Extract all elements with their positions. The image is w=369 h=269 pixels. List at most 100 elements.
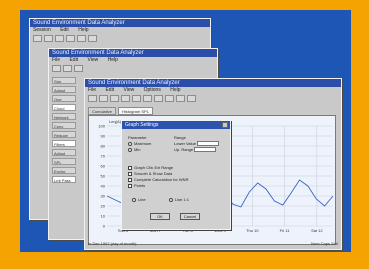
front-window-menubar: File Edit View Options Help xyxy=(85,87,341,94)
sidebar-item[interactable]: Conv xyxy=(52,122,76,129)
x-tick-label: Thu 10 xyxy=(246,228,259,233)
toolbar-button[interactable] xyxy=(74,65,83,72)
y-tick-label: 70 xyxy=(101,154,106,159)
dialog-titlebar[interactable]: Graph Settings xyxy=(122,121,230,129)
y-tick-label: 60 xyxy=(101,164,106,169)
y-tick-label: 100 xyxy=(98,124,105,129)
radio-icon xyxy=(132,197,136,202)
desktop: Sound Environment Data Analyzer Session … xyxy=(20,10,351,252)
radio-icon xyxy=(168,197,173,202)
toolbar-button[interactable] xyxy=(88,35,97,42)
y-tick-label: 30 xyxy=(101,194,106,199)
sidebar-item[interactable]: Reduce xyxy=(52,131,76,138)
menu-item-options[interactable]: Options xyxy=(144,87,161,93)
radio-icon xyxy=(128,141,132,146)
range-row-upper: Up. Range xyxy=(174,147,219,153)
sidebar-item[interactable]: Adjust xyxy=(52,149,76,156)
option-label: Smooth & Show Data xyxy=(134,171,173,176)
radio-icon xyxy=(128,147,132,152)
checkbox-icon xyxy=(128,183,132,188)
radio-line[interactable]: Line xyxy=(132,197,146,202)
menu-item-file[interactable]: File xyxy=(52,57,60,63)
graph-settings-dialog[interactable]: Graph Settings Parameter Maximum Min Ran… xyxy=(121,120,231,230)
toolbar-button[interactable] xyxy=(63,65,72,72)
toolbar-button[interactable] xyxy=(132,95,141,102)
y-tick-label: 10 xyxy=(101,214,106,219)
range-row-label: Lower Value xyxy=(174,141,196,146)
close-icon[interactable] xyxy=(222,122,228,128)
toolbar-button[interactable] xyxy=(143,95,152,102)
sidebar-item[interactable]: Lmt Pass xyxy=(52,176,76,183)
option-label: Complete Calculation for WNR xyxy=(134,177,189,182)
ok-button[interactable]: OK xyxy=(150,213,170,220)
menu-item-help[interactable]: Help xyxy=(78,27,88,33)
y-tick-label: 90 xyxy=(101,134,106,139)
photo-frame: Sound Environment Data Analyzer Session … xyxy=(0,0,369,269)
option-checkbox[interactable]: Points xyxy=(128,183,188,189)
toolbar-button[interactable] xyxy=(99,95,108,102)
toolbar-button[interactable] xyxy=(187,95,196,102)
menu-item-view[interactable]: View xyxy=(123,87,134,93)
radio-label: Line xyxy=(138,197,146,202)
radio-line-1-1[interactable]: Line 1:1 xyxy=(168,197,189,202)
tab-histogram[interactable]: Histogram SPL xyxy=(118,107,153,115)
toolbar-button[interactable] xyxy=(44,35,53,42)
sidebar-item[interactable]: Stor xyxy=(52,77,76,84)
middle-window-menubar: File Edit View Help xyxy=(49,57,217,64)
front-window-toolbar xyxy=(85,94,341,105)
y-axis-label: Leq(A) xyxy=(109,119,122,124)
sidebar-item[interactable]: Filters xyxy=(52,140,76,147)
dialog-title: Graph Settings xyxy=(125,122,159,128)
menu-item-view[interactable]: View xyxy=(87,57,98,63)
radio-label: Min xyxy=(134,147,141,152)
range-upper-field[interactable] xyxy=(194,147,217,153)
sidebar-item[interactable]: Enviro xyxy=(52,167,76,174)
toolbar-button[interactable] xyxy=(121,95,130,102)
toolbar-button[interactable] xyxy=(66,35,75,42)
toolbar-button[interactable] xyxy=(176,95,185,102)
range-group: Range Lower Value Up. Range xyxy=(174,135,220,153)
menu-item-help[interactable]: Help xyxy=(108,57,118,63)
sidebar-item[interactable]: Network xyxy=(52,113,76,120)
toolbar-button[interactable] xyxy=(33,35,42,42)
sidebar-item[interactable]: Cloud xyxy=(52,104,76,111)
toolbar-button[interactable] xyxy=(52,65,61,72)
toolbar-button[interactable] xyxy=(165,95,174,102)
toolbar-button[interactable] xyxy=(55,35,64,42)
option-label: Points xyxy=(134,183,146,188)
radio-label: Maximum xyxy=(134,141,152,146)
toolbar-button[interactable] xyxy=(77,35,86,42)
menu-item-edit[interactable]: Edit xyxy=(69,57,78,63)
back-window-menubar: Session Edit Help xyxy=(30,27,210,34)
menu-item-edit[interactable]: Edit xyxy=(105,87,114,93)
middle-window-title[interactable]: Sound Environment Data Analyzer xyxy=(49,49,217,57)
toolbar-button[interactable] xyxy=(88,95,97,102)
front-window-title[interactable]: Sound Environment Data Analyzer xyxy=(85,79,341,87)
sidebar-item[interactable]: Ope xyxy=(52,95,76,102)
menu-item-help[interactable]: Help xyxy=(170,87,180,93)
checkbox-icon xyxy=(128,165,132,170)
radio-min[interactable]: Min xyxy=(128,147,151,153)
option-label: Graph Chk Ext Range xyxy=(134,165,174,170)
middle-window-sidebar: Stor Adjust Ope Cloud Network Conv Reduc… xyxy=(52,77,76,185)
toolbar-button[interactable] xyxy=(154,95,163,102)
menu-item-session[interactable]: Session xyxy=(33,27,51,33)
tab-cumulative[interactable]: Cumulative xyxy=(88,107,117,115)
y-tick-label: 80 xyxy=(101,144,106,149)
y-tick-label: 0 xyxy=(103,224,106,229)
toolbar-button[interactable] xyxy=(110,95,119,102)
front-window-tabs: Cumulative Histogram SPL xyxy=(85,105,341,115)
range-lower-field[interactable] xyxy=(197,141,220,147)
menu-item-edit[interactable]: Edit xyxy=(60,27,69,33)
middle-window-toolbar xyxy=(49,64,217,75)
status-left: In Dec 1997 (day of month) xyxy=(88,241,137,246)
back-window-title[interactable]: Sound Environment Data Analyzer xyxy=(30,19,210,27)
menu-item-file[interactable]: File xyxy=(88,87,96,93)
cancel-button[interactable]: Cancel xyxy=(180,213,200,220)
range-row-label: Up. Range xyxy=(174,147,194,152)
checkbox-icon xyxy=(128,171,132,176)
sidebar-item[interactable]: Adjust xyxy=(52,86,76,93)
status-right: Num Caps Scrl xyxy=(311,241,338,246)
sidebar-item[interactable]: SPL xyxy=(52,158,76,165)
status-bar: In Dec 1997 (day of month) Num Caps Scrl xyxy=(88,240,338,247)
